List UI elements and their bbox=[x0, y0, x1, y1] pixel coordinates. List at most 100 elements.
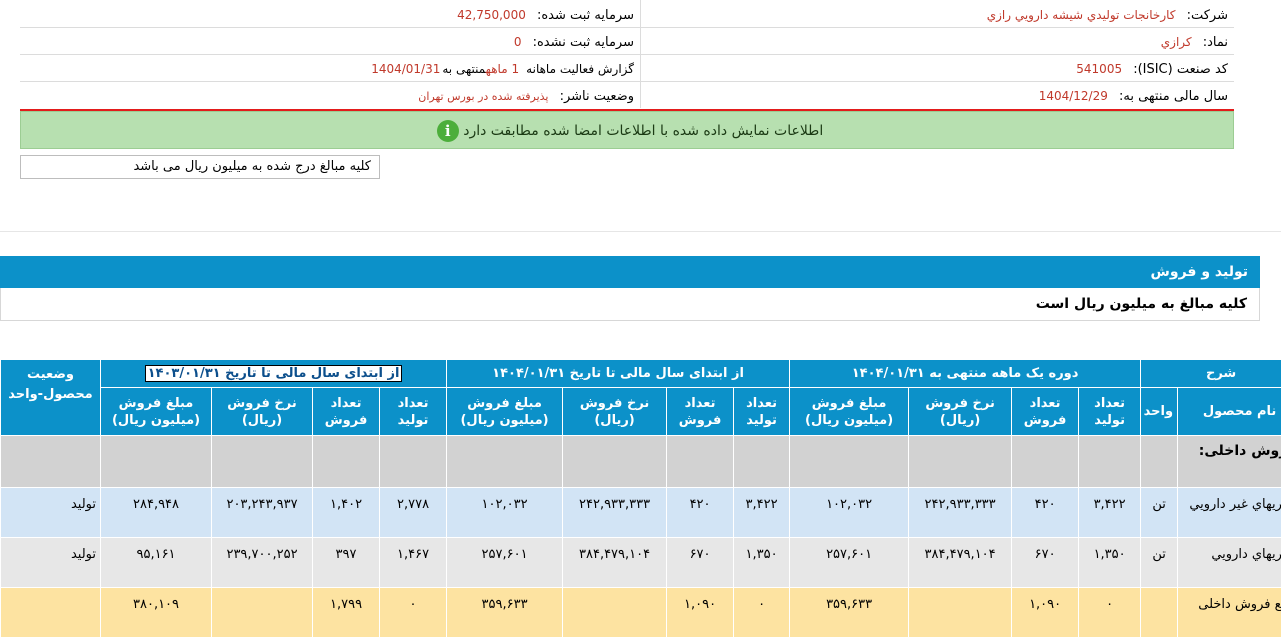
m-sales-amount: ۲۵۷,۶۰۱ bbox=[790, 538, 909, 588]
publisher-label: وضعيت ناشر: bbox=[560, 89, 634, 104]
isic-cell: کد صنعت (ISIC): 541005 bbox=[640, 54, 1234, 81]
header-m-sales-amount: مبلغ فروش (میلیون ریال) bbox=[790, 388, 909, 436]
report-date: 1404/01/31 bbox=[371, 62, 440, 76]
info-icon: i bbox=[437, 120, 459, 142]
header-p-sales-count: تعداد فروش bbox=[313, 388, 380, 436]
p-sales-count: ۱,۴۰۲ bbox=[313, 488, 380, 538]
header-m-production: تعداد تولید bbox=[1079, 388, 1141, 436]
header-unit: واحد bbox=[1141, 388, 1178, 436]
company-cell: شرکت: کارخانجات توليدي شيشه دارويي رازي bbox=[640, 0, 1234, 27]
c-sales-count: ۴۲۰ bbox=[667, 488, 734, 538]
p-sales-count: ۳۹۷ bbox=[313, 538, 380, 588]
company-info-panel: شرکت: کارخانجات توليدي شيشه دارويي رازي … bbox=[20, 0, 1234, 110]
group-title: فروش داخلی: bbox=[1178, 436, 1281, 488]
c-sales-rate: ۲۴۲,۹۳۳,۳۳۳ bbox=[563, 488, 667, 538]
header-c-sales-rate: نرخ فروش (ریال) bbox=[563, 388, 667, 436]
publisher-value: پذيرفته شده در بورس تهران bbox=[418, 90, 548, 103]
group-row-domestic-sales: فروش داخلی: bbox=[1, 436, 1281, 488]
fiscal-label: سال مالی منتهی به: bbox=[1119, 89, 1228, 104]
symbol-value: کرازي bbox=[1161, 35, 1192, 49]
m-sales-amount: ۱۰۲,۰۳۲ bbox=[790, 488, 909, 538]
product-status: تولید bbox=[1, 488, 101, 538]
total-m-sales-count: ۱,۰۹۰ bbox=[1012, 588, 1079, 638]
fiscal-cell: سال مالی منتهی به: 1404/12/29 bbox=[640, 81, 1234, 108]
registered-capital-value: 42,750,000 bbox=[457, 8, 526, 22]
c-sales-count: ۶۷۰ bbox=[667, 538, 734, 588]
section-note: کلیه مبالغ به میلیون ریال است bbox=[0, 288, 1260, 321]
m-sales-rate: ۳۸۴,۴۷۹,۱۰۴ bbox=[909, 538, 1012, 588]
header-ytd-current: از ابتدای سال مالی تا تاریخ ۱۴۰۴/۰۱/۳۱ bbox=[447, 360, 790, 388]
report-cell: گزارش فعاليت ماهانه 1 ماههمنتهی به1404/0… bbox=[20, 54, 640, 81]
isic-label: کد صنعت (ISIC): bbox=[1133, 62, 1228, 77]
header-m-sales-rate: نرخ فروش (ریال) bbox=[909, 388, 1012, 436]
p-sales-amount: ۹۵,۱۶۱ bbox=[101, 538, 212, 588]
table-row: بطريهاي غير دارويي تن ۳,۴۲۲ ۴۲۰ ۲۴۲,۹۳۳,… bbox=[1, 488, 1281, 538]
p-sales-rate: ۲۳۹,۷۰۰,۲۵۲ bbox=[212, 538, 313, 588]
total-m-production: ۰ bbox=[1079, 588, 1141, 638]
symbol-cell: نماد: کرازي bbox=[640, 27, 1234, 54]
report-label-mid: منتهی به bbox=[442, 62, 485, 76]
total-c-production: ۰ bbox=[734, 588, 790, 638]
product-name: بطريهاي دارويي bbox=[1178, 538, 1281, 588]
divider bbox=[0, 231, 1281, 232]
header-description: شرح bbox=[1141, 360, 1281, 388]
unregistered-capital-cell: سرمايه ثبت نشده: 0 bbox=[20, 27, 640, 54]
header-m-sales-count: تعداد فروش bbox=[1012, 388, 1079, 436]
c-sales-amount: ۲۵۷,۶۰۱ bbox=[447, 538, 563, 588]
total-m-sales-amount: ۳۵۹,۶۳۳ bbox=[790, 588, 909, 638]
product-name: بطريهاي غير دارويي bbox=[1178, 488, 1281, 538]
c-sales-rate: ۳۸۴,۴۷۹,۱۰۴ bbox=[563, 538, 667, 588]
header-c-sales-amount: مبلغ فروش (میلیون ریال) bbox=[447, 388, 563, 436]
company-label: شرکت: bbox=[1187, 8, 1228, 23]
m-sales-rate: ۲۴۲,۹۳۳,۳۳۳ bbox=[909, 488, 1012, 538]
c-production: ۱,۳۵۰ bbox=[734, 538, 790, 588]
section-title: تولید و فروش bbox=[0, 256, 1260, 288]
notice-text: اطلاعات نمایش داده شده با اطلاعات امضا ش… bbox=[463, 123, 823, 139]
p-production: ۱,۴۶۷ bbox=[380, 538, 447, 588]
unregistered-capital-value: 0 bbox=[514, 35, 522, 49]
header-ytd-previous-label: از ابتدای سال مالی تا تاریخ ۱۴۰۳/۰۱/۳۱ bbox=[146, 366, 402, 381]
header-status: وضعیت محصول-واحد bbox=[1, 360, 101, 436]
total-row: جمع فروش داخلی ۰ ۱,۰۹۰ ۳۵۹,۶۳۳ ۰ ۱,۰۹۰ ۳… bbox=[1, 588, 1281, 638]
report-label-prefix: گزارش فعاليت ماهانه bbox=[526, 62, 634, 76]
total-p-production: ۰ bbox=[380, 588, 447, 638]
unregistered-capital-label: سرمايه ثبت نشده: bbox=[533, 35, 634, 50]
signature-match-notice: اطلاعات نمایش داده شده با اطلاعات امضا ش… bbox=[20, 111, 1234, 149]
header-p-sales-rate: نرخ فروش (ریال) bbox=[212, 388, 313, 436]
total-p-sales-count: ۱,۷۹۹ bbox=[313, 588, 380, 638]
c-sales-amount: ۱۰۲,۰۳۲ bbox=[447, 488, 563, 538]
registered-capital-label: سرمايه ثبت شده: bbox=[537, 8, 634, 23]
total-label: جمع فروش داخلی bbox=[1178, 588, 1281, 638]
total-p-sales-amount: ۳۸۰,۱۰۹ bbox=[101, 588, 212, 638]
m-sales-count: ۶۷۰ bbox=[1012, 538, 1079, 588]
p-sales-amount: ۲۸۴,۹۴۸ bbox=[101, 488, 212, 538]
product-status: تولید bbox=[1, 538, 101, 588]
m-production: ۳,۴۲۲ bbox=[1079, 488, 1141, 538]
p-production: ۲,۷۷۸ bbox=[380, 488, 447, 538]
fiscal-value: 1404/12/29 bbox=[1039, 89, 1108, 103]
publisher-cell: وضعيت ناشر: پذيرفته شده در بورس تهران bbox=[20, 81, 640, 108]
header-p-sales-amount: مبلغ فروش (میلیون ریال) bbox=[101, 388, 212, 436]
company-value: کارخانجات توليدي شيشه دارويي رازي bbox=[987, 8, 1176, 22]
symbol-label: نماد: bbox=[1203, 35, 1228, 50]
p-sales-rate: ۲۰۳,۲۴۳,۹۳۷ bbox=[212, 488, 313, 538]
registered-capital-cell: سرمايه ثبت شده: 42,750,000 bbox=[20, 0, 640, 27]
total-c-sales-amount: ۳۵۹,۶۳۳ bbox=[447, 588, 563, 638]
header-period-month: دوره یک ماهه منتهی به ۱۴۰۴/۰۱/۳۱ bbox=[790, 360, 1141, 388]
header-c-production: تعداد تولید bbox=[734, 388, 790, 436]
info-row-fiscal: سال مالی منتهی به: 1404/12/29 وضعيت ناشر… bbox=[20, 81, 1234, 108]
report-months: 1 ماهه bbox=[486, 62, 519, 76]
header-p-production: تعداد تولید bbox=[380, 388, 447, 436]
info-row-isic: کد صنعت (ISIC): 541005 گزارش فعاليت ماها… bbox=[20, 54, 1234, 82]
info-row-company: شرکت: کارخانجات توليدي شيشه دارويي رازي … bbox=[20, 0, 1234, 28]
m-production: ۱,۳۵۰ bbox=[1079, 538, 1141, 588]
header-ytd-previous: از ابتدای سال مالی تا تاریخ ۱۴۰۳/۰۱/۳۱ bbox=[101, 360, 447, 388]
header-product-name: نام محصول bbox=[1178, 388, 1281, 436]
unit: تن bbox=[1141, 488, 1178, 538]
isic-value: 541005 bbox=[1076, 62, 1122, 76]
info-row-symbol: نماد: کرازي سرمايه ثبت نشده: 0 bbox=[20, 27, 1234, 55]
unit: تن bbox=[1141, 538, 1178, 588]
amount-unit-note: کلیه مبالغ درج شده به میلیون ریال می باش… bbox=[20, 155, 380, 179]
total-c-sales-count: ۱,۰۹۰ bbox=[667, 588, 734, 638]
table-row: بطريهاي دارويي تن ۱,۳۵۰ ۶۷۰ ۳۸۴,۴۷۹,۱۰۴ … bbox=[1, 538, 1281, 588]
